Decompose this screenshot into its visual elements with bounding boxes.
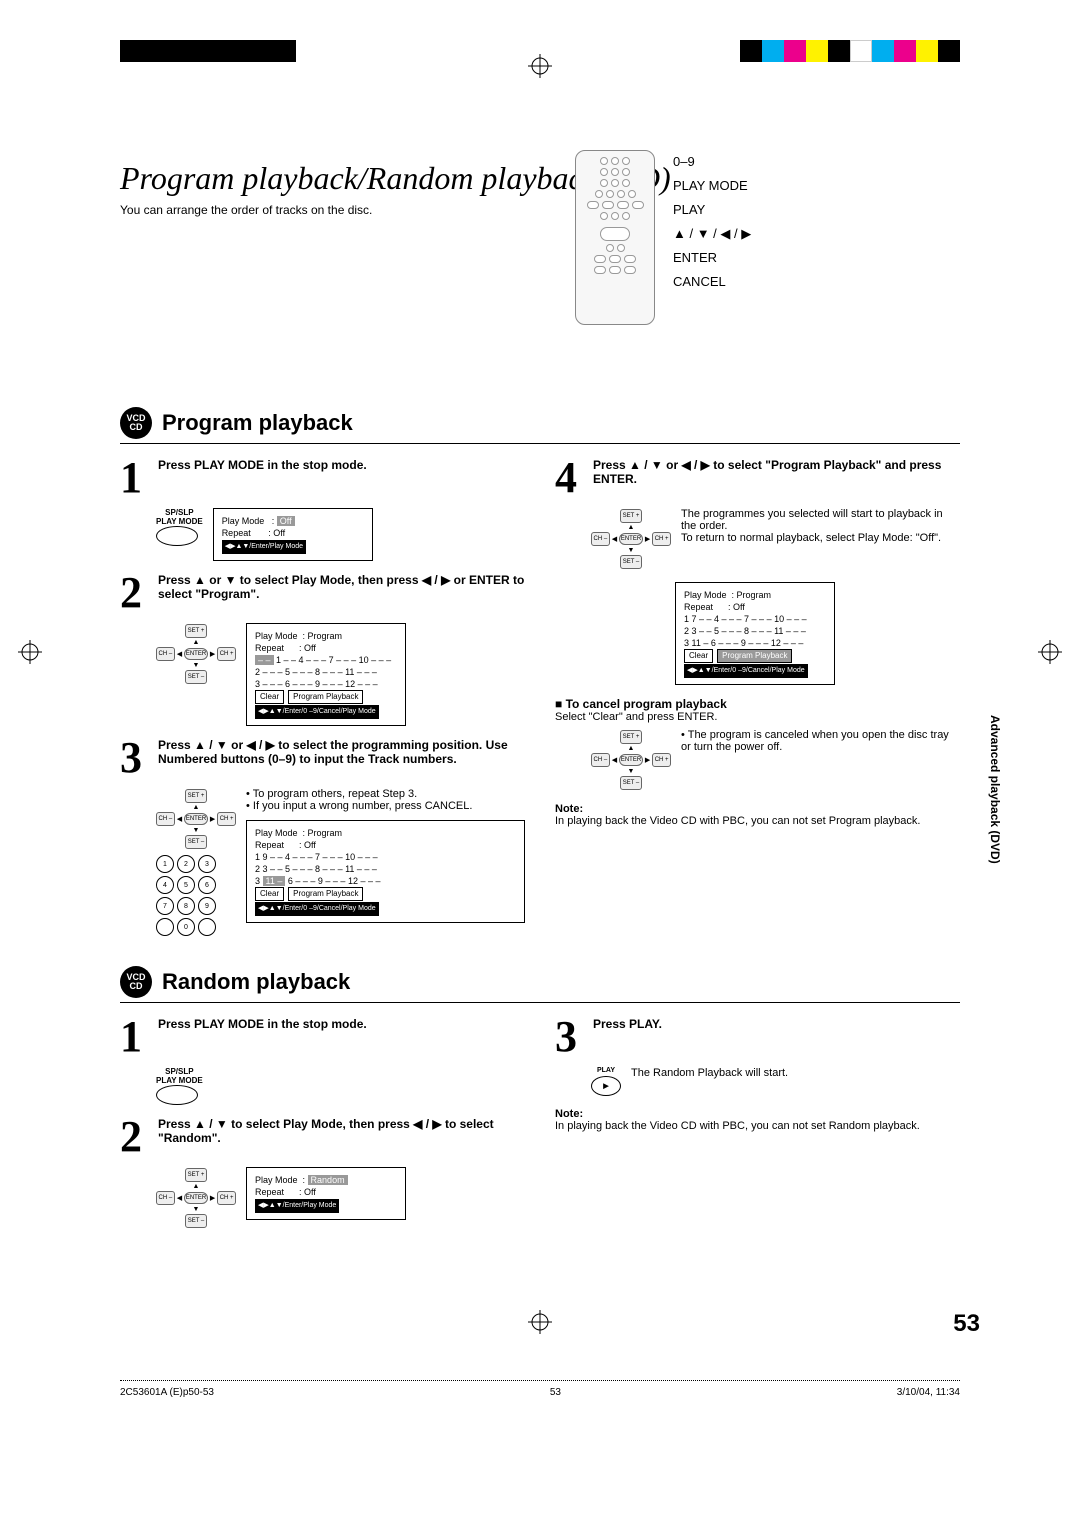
registration-mark-icon	[1038, 640, 1062, 664]
cancel-bullet: • The program is canceled when you open …	[681, 729, 960, 753]
cancel-body: Select "Clear" and press ENTER.	[555, 711, 960, 723]
osd-screenshot-1: Play Mode : Off Repeat : Off ◀▶▲▼/Enter/…	[213, 508, 373, 561]
registration-mark-icon	[528, 54, 552, 78]
section-heading-random: Random playback	[162, 969, 350, 995]
random-step-3-text: Press PLAY.	[593, 1017, 960, 1057]
step-number: 2	[120, 573, 150, 613]
step-1-text: Press PLAY MODE in the stop mode.	[158, 458, 525, 498]
remote-control-diagram	[575, 150, 655, 325]
note-label: Note:	[555, 803, 960, 815]
section-heading-program: Program playback	[162, 410, 353, 436]
step-4-text: Press ▲ / ▼ or ◀ / ▶ to select "Program …	[593, 458, 960, 498]
remote-labels: 0–9 PLAY MODE PLAY ▲ / ▼ / ◀ / ▶ ENTER C…	[673, 150, 751, 325]
osd-random: Play Mode : Random Repeat : Off ◀▶▲▼/Ent…	[246, 1167, 406, 1220]
cancel-heading: ■ To cancel program playback	[555, 697, 960, 711]
step-2-text: Press ▲ or ▼ to select Play Mode, then p…	[158, 573, 525, 613]
dpad-diagram: SET + ▲ CH –◀ENTER▶CH + ▼ SET –	[591, 729, 671, 791]
note-label: Note:	[555, 1108, 960, 1120]
disc-badge: VCD CD	[120, 407, 152, 439]
step-4-body: The programmes you selected will start t…	[681, 508, 960, 544]
play-mode-button-diagram: SP/SLP PLAY MODE	[156, 508, 203, 546]
side-tab-label: Advanced playback (DVD)	[988, 715, 1002, 864]
note-body: In playing back the Video CD with PBC, y…	[555, 815, 960, 827]
registration-mark-icon	[528, 1310, 552, 1334]
dpad-numpad-diagram: SET + ▲ CH –◀ENTER▶CH + ▼ SET – 123 456 …	[156, 788, 236, 936]
osd-screenshot-2: Play Mode : Program Repeat : Off – – 1 –…	[246, 623, 406, 726]
osd-screenshot-4: Play Mode : Program Repeat : Off 1 7 – –…	[675, 582, 835, 685]
step-number: 2	[120, 1117, 150, 1157]
step-number: 4	[555, 458, 585, 498]
note-body: In playing back the Video CD with PBC, y…	[555, 1120, 960, 1132]
registration-mark-icon	[18, 640, 42, 664]
random-step-3-body: The Random Playback will start.	[631, 1067, 788, 1079]
step-3-text: Press ▲ / ▼ or ◀ / ▶ to select the progr…	[158, 738, 525, 778]
disc-badge: VCD CD	[120, 966, 152, 998]
page-number: 53	[953, 1310, 980, 1338]
page-title: Program playback/Random playback (CD)	[120, 160, 960, 197]
dpad-diagram: SET + ▲ CH –◀ENTER▶CH + ▼ SET –	[591, 508, 671, 570]
step-number: 1	[120, 1017, 150, 1057]
page-subtitle: You can arrange the order of tracks on t…	[120, 203, 960, 217]
step-number: 3	[120, 738, 150, 778]
random-step-1-text: Press PLAY MODE in the stop mode.	[158, 1017, 525, 1057]
step-3-bullet: • To program others, repeat Step 3.	[246, 788, 525, 800]
step-number: 3	[555, 1017, 585, 1057]
play-mode-button-diagram: SP/SLP PLAY MODE	[156, 1067, 203, 1105]
dpad-diagram: SET + ▲ CH –◀ENTER▶CH + ▼ SET –	[156, 1167, 236, 1229]
print-footer: 2C53601A (E)p50-53 53 3/10/04, 11:34	[120, 1380, 960, 1398]
random-step-2-text: Press ▲ / ▼ to select Play Mode, then pr…	[158, 1117, 525, 1157]
step-3-bullet: • If you input a wrong number, press CAN…	[246, 800, 525, 812]
play-button-diagram: PLAY ▶	[591, 1067, 621, 1096]
step-number: 1	[120, 458, 150, 498]
dpad-diagram: SET + ▲ CH –◀ENTER▶CH + ▼ SET –	[156, 623, 236, 685]
osd-screenshot-3: Play Mode : Program Repeat : Off 1 9 – –…	[246, 820, 525, 923]
